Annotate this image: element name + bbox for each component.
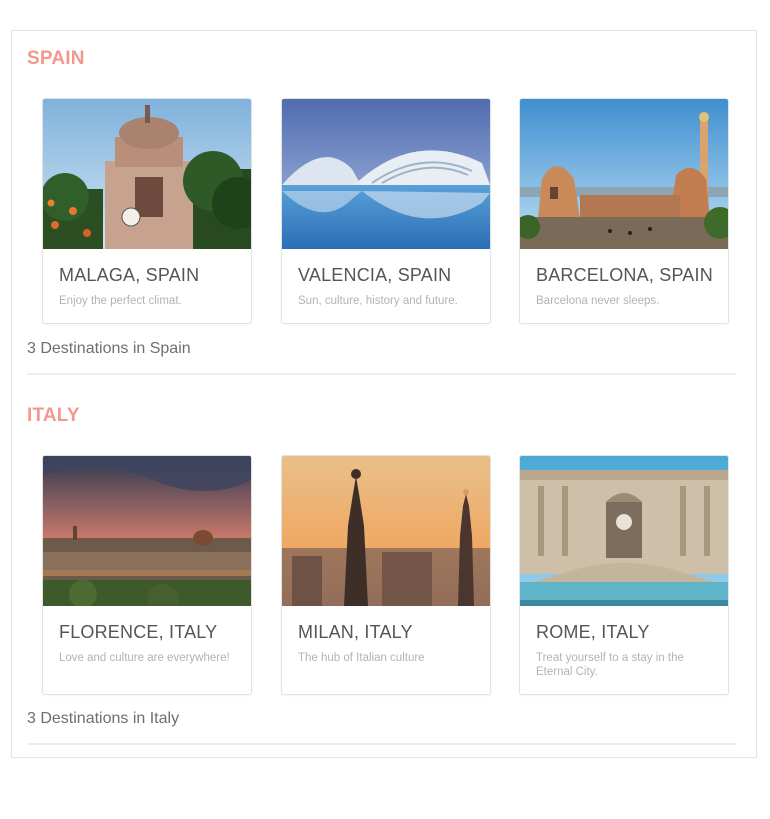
rome-photo [520,456,728,606]
barcelona-photo [520,99,728,249]
destination-card-rome[interactable]: ROME, ITALY Treat yourself to a stay in … [519,455,729,695]
destination-card-barcelona[interactable]: BARCELONA, SPAIN Barcelona never sleeps. [519,98,729,324]
valencia-photo [282,99,490,249]
card-description: Barcelona never sleeps. [536,295,660,307]
florence-photo [43,456,251,606]
card-title: FLORENCE, ITALY [59,622,218,642]
section-title: ITALY [27,405,80,426]
card-title: BARCELONA, SPAIN [536,265,713,285]
card-title: VALENCIA, SPAIN [298,265,452,285]
card-title: MALAGA, SPAIN [59,265,200,285]
card-title: MILAN, ITALY [298,622,413,642]
section-divider [27,373,736,375]
card-description: Treat yourself to a stay in the Eternal … [536,652,684,678]
card-description: Enjoy the perfect climat. [59,295,182,307]
destination-card-valencia[interactable]: VALENCIA, SPAIN Sun, culture, history an… [281,98,491,324]
card-description: The hub of Italian culture [298,652,425,664]
section-title: SPAIN [27,48,85,69]
card-description: Sun, culture, history and future. [298,295,458,307]
card-title: ROME, ITALY [536,622,650,642]
destinations-panel: SPAIN MALAGA, SPAIN Enjoy the perfect cl… [11,30,757,758]
section-divider [27,743,736,745]
card-description: Love and culture are everywhere! [59,652,230,664]
destination-count: 3 Destinations in Italy [27,710,180,727]
destination-count: 3 Destinations in Spain [27,340,191,357]
destination-card-florence[interactable]: FLORENCE, ITALY Love and culture are eve… [42,455,252,695]
destination-card-malaga[interactable]: MALAGA, SPAIN Enjoy the perfect climat. [42,98,252,324]
milan-photo [282,456,490,606]
malaga-photo [43,99,251,249]
destination-card-milan[interactable]: MILAN, ITALY The hub of Italian culture [281,455,491,695]
